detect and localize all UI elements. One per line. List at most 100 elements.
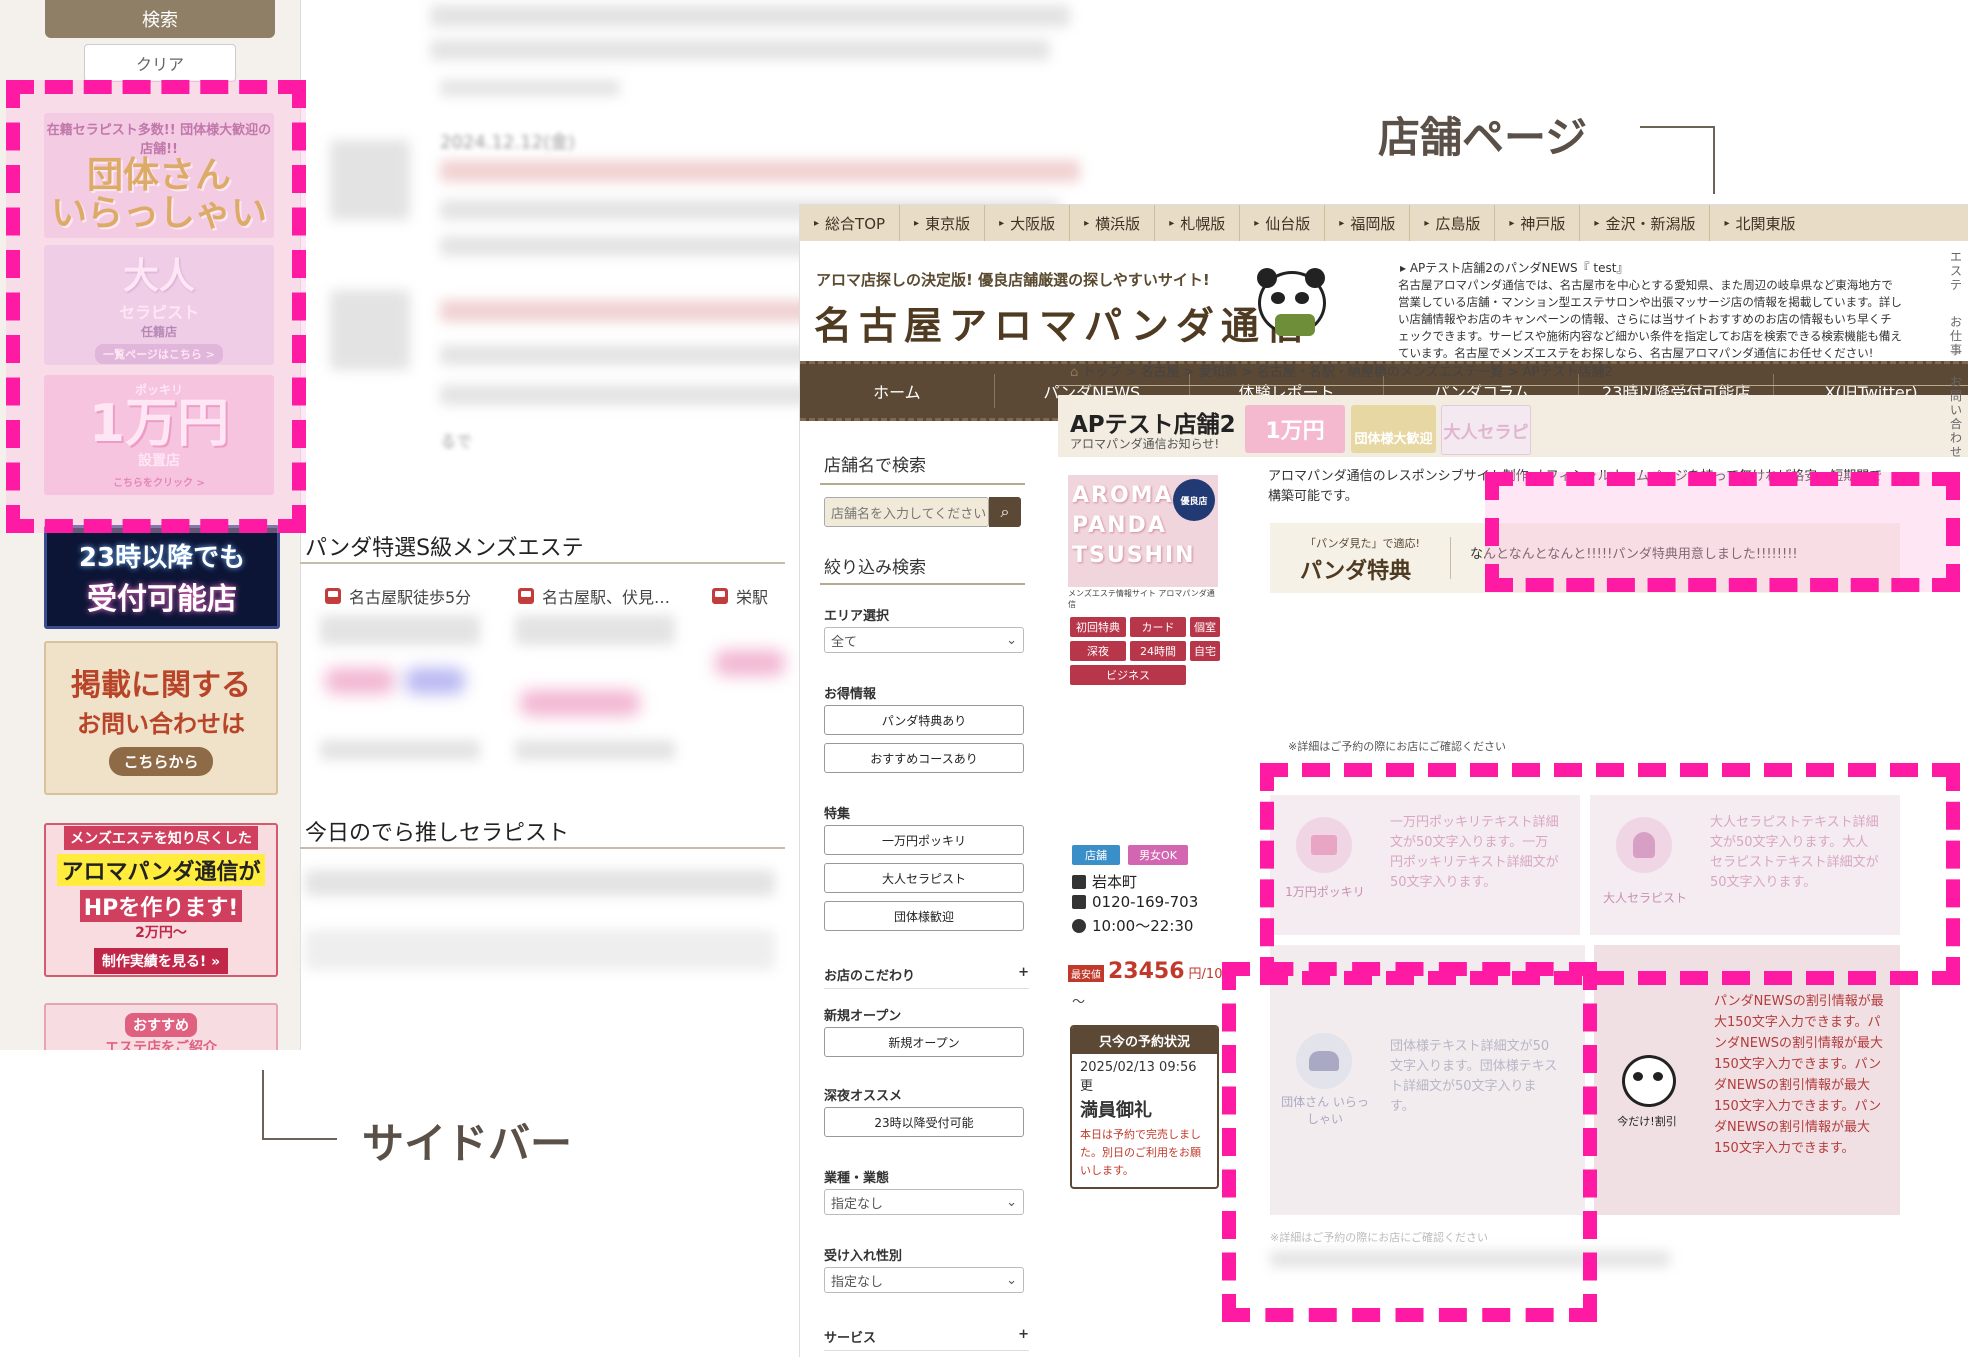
search-icon[interactable]: ⌕ [989,497,1021,527]
service-toggle[interactable]: サービス + [824,1327,1029,1351]
kodawari-toggle[interactable]: お店のこだわり + [824,965,1029,989]
region-link[interactable]: 仙台版 [1239,205,1324,241]
filter-button[interactable]: おすすめコースあり [824,743,1024,773]
filter-button[interactable]: 一万円ポッキリ [824,825,1024,855]
hours-row: 10:00〜22:30 [1072,915,1193,936]
region-link[interactable]: 金沢・新潟版 [1579,205,1709,241]
contact-banner[interactable]: 掲載に関する お問い合わせは こちらから [44,641,278,795]
blurred-text [305,930,775,970]
region-link[interactable]: 東京版 [899,205,984,241]
region-link[interactable]: 北関東版 [1709,205,1809,241]
site-title[interactable]: 名古屋アロマパンダ通信 [814,295,1311,350]
shop-news-link[interactable]: ▸ APテスト店舗2のパンダNEWS『 test』 [1400,259,1628,276]
nav-home[interactable]: ホーム [800,374,995,408]
site-description: 名古屋アロマパンダ通信では、名古屋市を中心とする愛知県、また周辺の岐阜県など東海… [1398,278,1902,360]
filter-button[interactable]: パンダ特典あり [824,705,1024,735]
divider [1058,385,1968,386]
blurred-text [320,740,480,760]
divider [1450,537,1451,579]
plus-icon: + [1018,965,1029,980]
blurred-tag [715,650,785,676]
blurred-text [430,40,1050,60]
tokuten-note: ※詳細はご予約の際にお店にご確認ください [1288,740,1506,753]
shop-subtitle: アロマパンダ通信お知らせ! [1070,437,1220,451]
feature-badge[interactable]: 大人セラピ [1441,405,1531,455]
banner-text: 掲載に関する [71,668,251,703]
banner-text: アロマパンダ通信が [57,854,265,886]
station-text: 名古屋駅、伏見… [542,588,671,607]
shop-thumbnail[interactable]: AROMA PANDA TSUSHIN 優良店 メンズエステ情報サイト アロマパ… [1068,475,1218,610]
feature-badge[interactable]: 1万円 [1245,405,1345,453]
phone-row[interactable]: 0120-169-703 [1072,893,1198,911]
search-button[interactable]: 検索 [45,0,275,38]
recommend-banner[interactable]: おすすめ エステ店をご紹介 [44,1003,278,1050]
station-label: 栄駅 [712,584,768,608]
feature-tag: 24時間 [1130,641,1186,661]
tokuten-small: 「パンダ見た」で適応! [1305,537,1420,550]
region-link[interactable]: 総合TOP [800,205,899,241]
feature-badge[interactable]: 団体様大歓迎 [1351,405,1436,453]
shop-search-input[interactable]: 店舗名を入力してください [824,497,989,527]
deal-label: お得情報 [824,687,877,702]
post-date: 2024.12.12(金) [440,132,576,153]
train-icon [712,588,728,604]
blurred-text [440,160,1080,182]
station-text: 名古屋駅徒歩5分 [349,588,472,607]
filter-button[interactable]: 23時以降受付可能 [824,1107,1024,1137]
thumb-text: TSUSHIN [1072,543,1196,568]
blurred-tag [325,668,395,694]
night-label: 深夜オススメ [824,1089,903,1104]
region-link[interactable]: 札幌版 [1154,205,1239,241]
region-link[interactable]: 大阪版 [984,205,1069,241]
blurred-card [515,615,675,645]
discount-text: パンダNEWSの割引情報が最大150文字入力できます。パンダNEWSの割引情報が… [1714,994,1884,1156]
home-icon: ⌂ [1070,365,1083,380]
divider [820,583,1025,585]
reservation-datetime: 2025/02/13 09:56更 [1080,1060,1197,1094]
type-select[interactable]: 指定なし ⌄ [824,1189,1024,1215]
thumb-text: AROMA [1072,483,1174,508]
late-night-banner[interactable]: 23時以降でも 受付可能店 [44,525,280,629]
area-row: 岩本町 [1072,871,1137,892]
gender-select[interactable]: 指定なし ⌄ [824,1267,1024,1293]
phone-text: 0120-169-703 [1092,893,1199,911]
region-link[interactable]: 神戸版 [1494,205,1579,241]
breadcrumb: ⌂ トップ > 名古屋 > 愛知県 > 名古屋・名駅・納屋橋のメンズエステ一覧 … [1070,361,1613,380]
blurred-tag [520,690,640,716]
shop-page-label: 店舗ページ [1378,113,1588,162]
panda-mascot-icon [1257,268,1326,336]
thumb-text: PANDA [1072,513,1167,538]
hp-production-banner[interactable]: メンズエステを知り尽くした アロマパンダ通信が HPを作ります! 2万円〜 制作… [44,823,278,977]
feature-tag: 初回特典 [1070,617,1126,637]
blurred-text [430,5,1070,27]
region-link[interactable]: 横浜版 [1069,205,1154,241]
discount-title: 今だけ!割引 [1617,1115,1677,1128]
filter-button[interactable]: 大人セラピスト [824,863,1024,893]
edge-text: エステ [1950,250,1963,292]
discount-box: パンダNEWSの割引情報が最大150文字入力できます。パンダNEWSの割引情報が… [1594,945,1900,1215]
sidebar-label: サイドバー [362,1119,573,1168]
filter-button[interactable]: 新規オープン [824,1027,1024,1057]
highlight-frame [1260,763,1960,985]
reservation-status-text: 満員御礼 [1080,1100,1152,1121]
feature-tag: 深夜 [1070,641,1126,661]
plus-icon: + [1018,1327,1029,1342]
clear-button[interactable]: クリア [84,44,236,82]
new-open-label: 新規オープン [824,1009,902,1024]
type-select-value: 指定なし [831,1196,884,1212]
filter-button[interactable]: 団体様歓迎 [824,901,1024,931]
kodawari-label: お店のこだわり [824,969,916,984]
breadcrumb-text[interactable]: トップ > 名古屋 > 愛知県 > 名古屋・名駅・納屋橋のメンズエステ一覧 > … [1082,365,1612,380]
blurred-tag [405,668,465,694]
price-row: 最安値 23456 円/10 [1068,959,1222,984]
gender-label: 受け入れ性別 [824,1249,903,1264]
area-select[interactable]: 全て ⌄ [824,627,1024,653]
region-link[interactable]: 福岡版 [1324,205,1409,241]
site-header: アロマ店探しの決定版! 優良店舗厳選の探しやすいサイト! 名古屋アロマパンダ通信… [800,241,1968,361]
banner-text: 2万円〜 [135,925,187,941]
blurred-text [305,870,775,896]
reservation-status: 只今の予約状況 2025/02/13 09:56更 満員御礼 本日は予約で完売し… [1070,1025,1219,1189]
region-link[interactable]: 広島版 [1409,205,1494,241]
banner-text: メンズエステを知り尽くした [64,826,258,850]
feature-tag: 個室 [1190,617,1220,637]
